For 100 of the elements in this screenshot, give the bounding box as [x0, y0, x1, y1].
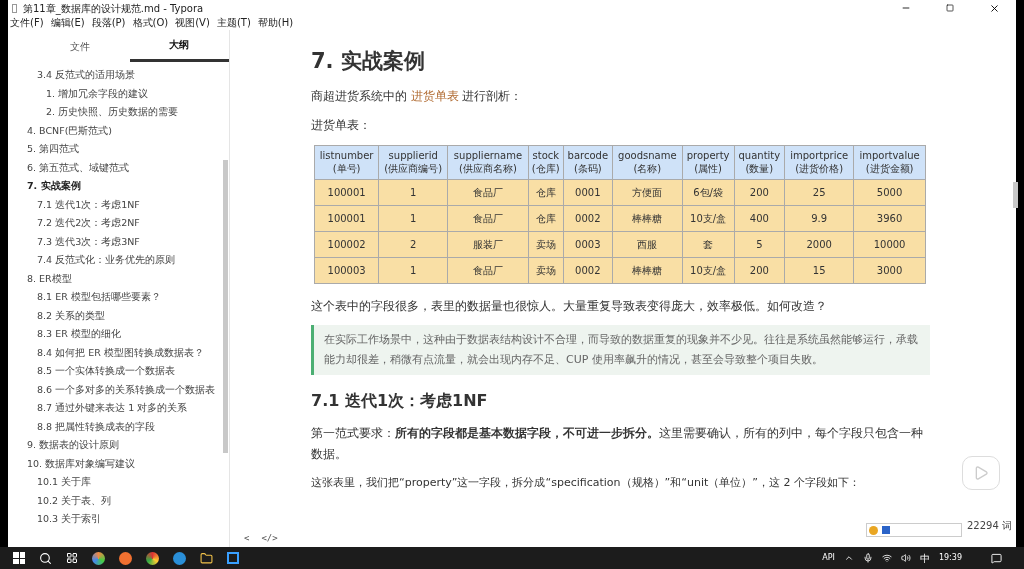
play-icon	[973, 465, 989, 481]
menu-item[interactable]: 编辑(E)	[50, 17, 85, 29]
outline-item[interactable]: 7.4 反范式化：业务优先的原则	[8, 251, 229, 270]
table-cell: 食品厂	[447, 179, 529, 205]
table-cell: 1	[378, 257, 448, 283]
outline-item[interactable]: 8.6 一个多对多的关系转换成一个数据表	[8, 380, 229, 399]
column-header: supplierid (供应商编号)	[378, 145, 448, 179]
scrollbar-thumb[interactable]	[1013, 182, 1018, 208]
menu-item[interactable]: 主题(T)	[216, 17, 251, 29]
outline-item[interactable]: 10.3 关于索引	[8, 510, 229, 529]
outline-item[interactable]: 8.3 ER 模型的细化	[8, 325, 229, 344]
outline-item[interactable]: 8.8 把属性转换成表的字段	[8, 417, 229, 436]
blockquote: 在实际工作场景中，这种由于数据表结构设计不合理，而导致的数据重复的现象并不少见。往往是系统虽然能够运行，承载能力却很差，稍微有点流量，就会出现内存不足、CUP 使用率飙升的情况，甚至会导致整个项目失败。	[311, 324, 930, 375]
start-icon[interactable]	[13, 552, 25, 564]
table-cell: 1	[378, 179, 448, 205]
column-header: importprice (进货价格)	[784, 145, 854, 179]
outline-item[interactable]: 5. 第四范式	[8, 140, 229, 159]
menu-item[interactable]: 帮助(H)	[257, 17, 294, 29]
table-cell: 10000	[853, 231, 926, 257]
close-icon	[988, 2, 1000, 14]
outline-item[interactable]: 10.2 关于表、列	[8, 491, 229, 510]
chevron-up-icon[interactable]	[843, 553, 854, 563]
volume-icon[interactable]	[900, 553, 911, 563]
column-header: goodsname (名称)	[612, 145, 683, 179]
notification-icon[interactable]	[991, 552, 1002, 564]
paragraph: 商超进货系统中的 进货单表 进行剖析：	[311, 88, 524, 105]
outline-item[interactable]: 8.4 如何把 ER 模型图转换成数据表？	[8, 343, 229, 362]
table-cell: 方便面	[612, 179, 683, 205]
column-header: importvalue (进货金额)	[853, 145, 926, 179]
window-title: 第11章_数据库的设计规范.md - Typora	[23, 1, 204, 16]
outline-item[interactable]: 2. 历史快照、历史数据的需要	[8, 103, 229, 122]
section-heading: 7. 实战案例	[311, 48, 426, 75]
footer-toggle[interactable]: <	[244, 532, 250, 546]
tray-label[interactable]: API	[822, 552, 835, 564]
table-cell: 西服	[612, 231, 683, 257]
outline-item[interactable]: 8.5 一个实体转换成一个数据表	[8, 362, 229, 381]
outline-item[interactable]: 10. 数据库对象编写建议	[8, 454, 229, 473]
network-icon[interactable]	[881, 553, 892, 563]
clock[interactable]: 19:39	[938, 552, 962, 564]
outline-item[interactable]: 8. ER模型	[8, 269, 229, 288]
task-view-icon[interactable]	[66, 552, 78, 564]
column-header: suppliername (供应商名称)	[447, 145, 529, 179]
browser-icon[interactable]	[173, 551, 186, 565]
column-header: barcode (条码)	[563, 145, 613, 179]
outline-item[interactable]: 8.2 关系的类型	[8, 306, 229, 325]
table-cell: 食品厂	[447, 205, 529, 231]
menu-item[interactable]: 文件(F)	[10, 17, 44, 29]
table-cell: 100001	[314, 205, 379, 231]
table-cell: 1	[378, 205, 448, 231]
table-cell: 15	[784, 257, 854, 283]
browser-icon[interactable]	[146, 551, 159, 565]
sidebar-tab[interactable]: 文件	[30, 30, 130, 62]
column-header: stock (仓库)	[528, 145, 564, 179]
table-cell: 棒棒糖	[612, 257, 683, 283]
outline-item[interactable]: 8.1 ER 模型包括哪些要素？	[8, 288, 229, 307]
table-cell: 棒棒糖	[612, 205, 683, 231]
table-cell: 5000	[853, 179, 926, 205]
outline-item[interactable]: 7. 实战案例	[8, 177, 229, 196]
menu-item[interactable]: 视图(V)	[175, 17, 210, 29]
outline-item[interactable]: 8.7 通过外键来表达 1 对多的关系	[8, 399, 229, 418]
outline-item[interactable]: 3.4 反范式的适用场景	[8, 66, 229, 85]
input-method[interactable]: 中	[919, 550, 930, 566]
table-cell: 食品厂	[447, 257, 529, 283]
app-icon[interactable]	[92, 551, 105, 565]
outline-item[interactable]: 7.3 迭代3次：考虑3NF	[8, 232, 229, 251]
paragraph: 这个表中的字段很多，表里的数据量也很惊人。大量重复导致表变得庞大，效率极低。如何改造？	[311, 297, 828, 315]
outline-item[interactable]: 4. BCNF(巴斯范式)	[8, 121, 229, 140]
table-cell: 3960	[853, 205, 926, 231]
outline-item[interactable]: 9. 数据表的设计原则	[8, 436, 229, 455]
outline-item[interactable]: 7.2 迭代2次：考虑2NF	[8, 214, 229, 233]
outline-item[interactable]: 6. 第五范式、域键范式	[8, 158, 229, 177]
table-cell: 2000	[784, 231, 854, 257]
ime-icon	[882, 526, 890, 534]
outline-item[interactable]: 1. 增加冗余字段的建议	[8, 84, 229, 103]
column-header: listnumber (单号)	[314, 145, 379, 179]
folder-icon[interactable]	[200, 551, 213, 565]
table-cell: 100003	[314, 257, 379, 283]
footer-toggle[interactable]: </>	[261, 532, 278, 546]
microphone-icon[interactable]	[862, 553, 873, 563]
column-header: property (属性)	[682, 145, 735, 179]
scrollbar-thumb[interactable]	[223, 160, 228, 453]
outline-item[interactable]: 10.1 关于库	[8, 473, 229, 492]
subsection-heading: 7.1 迭代1次：考虑1NF	[311, 389, 489, 412]
app-icon[interactable]	[227, 552, 239, 564]
table-cell: 100002	[314, 231, 379, 257]
table-cell: 25	[784, 179, 854, 205]
ime-logo-icon	[869, 525, 878, 535]
search-icon[interactable]	[39, 551, 52, 565]
paragraph: 进货单表：	[311, 117, 372, 135]
table-cell: 2	[378, 231, 448, 257]
outline-item[interactable]: 7.1 迭代1次：考虑1NF	[8, 195, 229, 214]
column-header: quantity (数量)	[734, 145, 785, 179]
menu-item[interactable]: 格式(O)	[132, 17, 169, 29]
menu-item[interactable]: 段落(P)	[91, 17, 126, 29]
app-icon	[12, 3, 17, 13]
ime-toolbar[interactable]	[866, 523, 962, 537]
sidebar-tab[interactable]: 大纲	[129, 30, 229, 62]
maximize-icon	[946, 4, 954, 12]
browser-icon[interactable]	[119, 551, 132, 565]
table-cell: 3000	[853, 257, 926, 283]
